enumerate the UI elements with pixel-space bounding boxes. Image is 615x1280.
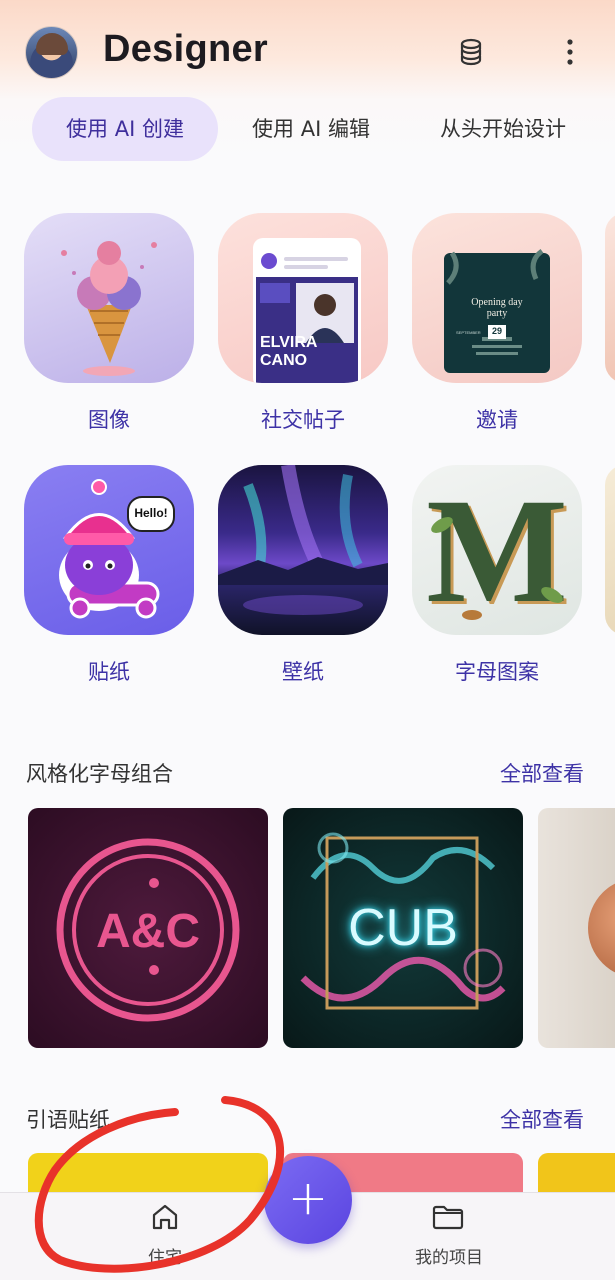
social-post-name: ELVIRA CANO: [260, 334, 317, 369]
nav-my-projects[interactable]: 我的项目: [384, 1193, 514, 1280]
monogram-card[interactable]: CUB: [283, 808, 523, 1048]
plus-icon: +: [287, 1170, 329, 1226]
sticker-thumbnail: [59, 479, 175, 619]
coins-icon[interactable]: [456, 37, 486, 67]
category-label: 贴纸: [88, 660, 130, 684]
category-label: 社交帖子: [261, 408, 345, 432]
more-options-icon[interactable]: [555, 37, 585, 67]
nav-my-projects-label: 我的项目: [415, 1248, 483, 1268]
aurora-thumbnail: [218, 465, 388, 615]
avatar[interactable]: [25, 26, 78, 79]
category-tile-partial[interactable]: [605, 465, 615, 635]
mode-tabs: 使用 AI 创建 使用 AI 编辑 从头开始设计: [0, 97, 615, 163]
category-tile-monogram[interactable]: M: [412, 465, 582, 635]
leaf-decoration: [431, 517, 563, 620]
category-tile-wallpaper[interactable]: [218, 465, 388, 635]
home-icon: [152, 1204, 178, 1230]
category-tile-social-post[interactable]: ELVIRA CANO: [218, 213, 388, 383]
tab-edit-with-ai[interactable]: 使用 AI 编辑: [236, 97, 386, 161]
app-title: Designer: [103, 28, 269, 70]
create-fab-button[interactable]: +: [264, 1156, 352, 1244]
sticker-bubble-text: Hello!: [134, 506, 168, 520]
category-tile-partial[interactable]: [605, 213, 615, 383]
category-tile-image[interactable]: [24, 213, 194, 383]
red-annotation-circle: [34, 1096, 285, 1273]
category-label: 字母图案: [455, 660, 539, 684]
section-title: 引语贴纸: [26, 1108, 110, 1132]
monogram-card-text: CUB: [348, 899, 458, 957]
invitation-day: 29: [491, 326, 502, 336]
invitation-month: SEPTEMBER: [456, 330, 481, 335]
coin-decoration: [588, 878, 615, 978]
app-header: Designer: [0, 0, 615, 100]
monogram-card-text: A&C: [96, 905, 200, 958]
category-label: 邀请: [476, 408, 518, 432]
designer-home-screen: Designer 使用 AI 创建 使用 AI 编辑 从头开始设计 图像 ELV…: [0, 0, 615, 1280]
monogram-card-partial[interactable]: [538, 808, 615, 1048]
invitation-title: Opening day party: [471, 297, 523, 319]
monogram-card[interactable]: A&C: [28, 808, 268, 1048]
tab-design-from-scratch[interactable]: 从头开始设计: [420, 97, 586, 161]
nav-home[interactable]: 住宅: [100, 1193, 230, 1280]
tab-create-with-ai[interactable]: 使用 AI 创建: [32, 97, 218, 161]
category-label: 图像: [88, 408, 130, 432]
category-tile-invitation[interactable]: Opening day party SEPTEMBER 29: [412, 213, 582, 383]
see-all-link[interactable]: 全部查看: [500, 1104, 584, 1134]
folder-icon: [432, 1205, 464, 1230]
nav-home-label: 住宅: [148, 1248, 182, 1268]
category-label: 壁纸: [282, 660, 324, 684]
category-tile-sticker[interactable]: Hello!: [24, 465, 194, 635]
section-title: 风格化字母组合: [26, 762, 173, 786]
ice-cream-thumbnail: [61, 241, 157, 376]
see-all-link[interactable]: 全部查看: [500, 758, 584, 788]
